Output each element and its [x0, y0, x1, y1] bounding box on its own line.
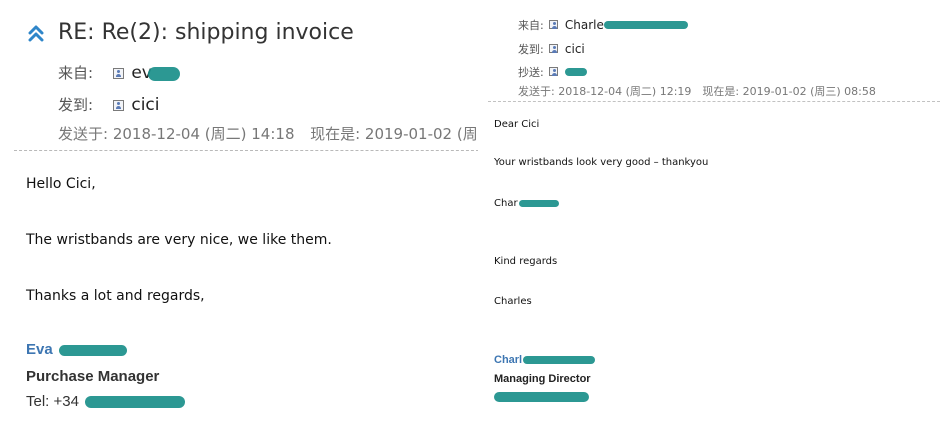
contact-card-icon [548, 20, 558, 29]
sent-meta: 发送于: 2018-12-04 (周二) 12:19 现在是: 2019-01-… [518, 83, 876, 99]
signature-title: Managing Director [494, 373, 591, 385]
header-divider [14, 150, 478, 151]
redaction-mark [494, 392, 589, 402]
body-line: The wristbands are very nice, we like th… [26, 232, 332, 248]
cc-row: 抄送: [518, 61, 587, 80]
body-signoff-name: Charles [494, 296, 532, 307]
redaction-mark [58, 344, 127, 356]
chevron-double-up-icon[interactable] [28, 24, 44, 42]
now-label: 现在是: [310, 125, 361, 143]
now-label: 现在是: [702, 85, 740, 98]
signature-name-text: Eva [26, 341, 53, 358]
redaction-mark [564, 67, 587, 76]
email-view-right: 来自: Charle 发到: cici 抄送: 发送于: 2018-12-04 … [478, 0, 940, 429]
sent-value: 2018-12-04 (周二) 14:18 [112, 125, 295, 143]
signature-phone: Tel: +34 [26, 393, 186, 410]
to-row: 发到: cici [518, 38, 585, 57]
redaction-mark [603, 20, 688, 29]
email-subject: RE: Re(2): shipping invoice [58, 20, 354, 45]
to-value[interactable]: cici [131, 95, 159, 115]
signature-name: Charl [494, 354, 596, 366]
body-closing: Kind regards [494, 256, 558, 267]
from-value[interactable]: Charle [565, 18, 604, 32]
cc-label: 抄送: [518, 66, 544, 79]
redaction-mark [147, 66, 180, 81]
sent-value: 2018-12-04 (周二) 12:19 [558, 85, 692, 98]
sent-label: 发送于: [58, 125, 109, 143]
now-value: 2019-01-02 (周三) 08:58 [742, 85, 876, 98]
body-signoff-text: Char [494, 198, 518, 209]
from-label: 来自: [58, 64, 94, 82]
body-greeting: Hello Cici, [26, 176, 96, 192]
contact-card-icon [113, 68, 125, 79]
redaction-mark [523, 356, 596, 365]
subject-row: RE: Re(2): shipping invoice [28, 20, 354, 45]
signature-phone-text: Tel: +34 [26, 393, 79, 410]
email-view-left: RE: Re(2): shipping invoice 来自: ev 发到: c… [0, 0, 478, 429]
contact-card-icon [548, 44, 558, 53]
body-line: Your wristbands look very good – thankyo… [494, 157, 709, 168]
from-row: 来自: ev [58, 62, 180, 83]
header-divider [488, 101, 940, 102]
redaction-mark [518, 199, 559, 207]
redaction-mark [85, 396, 186, 409]
body-greeting: Dear Cici [494, 119, 540, 130]
to-row: 发到: cici [58, 94, 159, 115]
contact-card-icon [113, 100, 125, 111]
to-label: 发到: [518, 43, 544, 56]
contact-card-icon [548, 67, 558, 76]
from-row: 来自: Charle [518, 14, 688, 33]
to-label: 发到: [58, 96, 94, 114]
body-closing: Thanks a lot and regards, [26, 288, 205, 304]
signature-title: Purchase Manager [26, 368, 160, 385]
from-label: 来自: [518, 19, 544, 32]
sent-meta: 发送于: 2018-12-04 (周二) 14:18 现在是: 2019-01-… [58, 123, 478, 144]
body-signoff: Char [494, 198, 559, 209]
sent-label: 发送于: [518, 85, 555, 98]
to-value[interactable]: cici [565, 42, 585, 56]
signature-name-text: Charl [494, 354, 523, 366]
signature-name: Eva [26, 341, 127, 358]
now-value: 2019-01-02 (周三 [364, 125, 478, 143]
